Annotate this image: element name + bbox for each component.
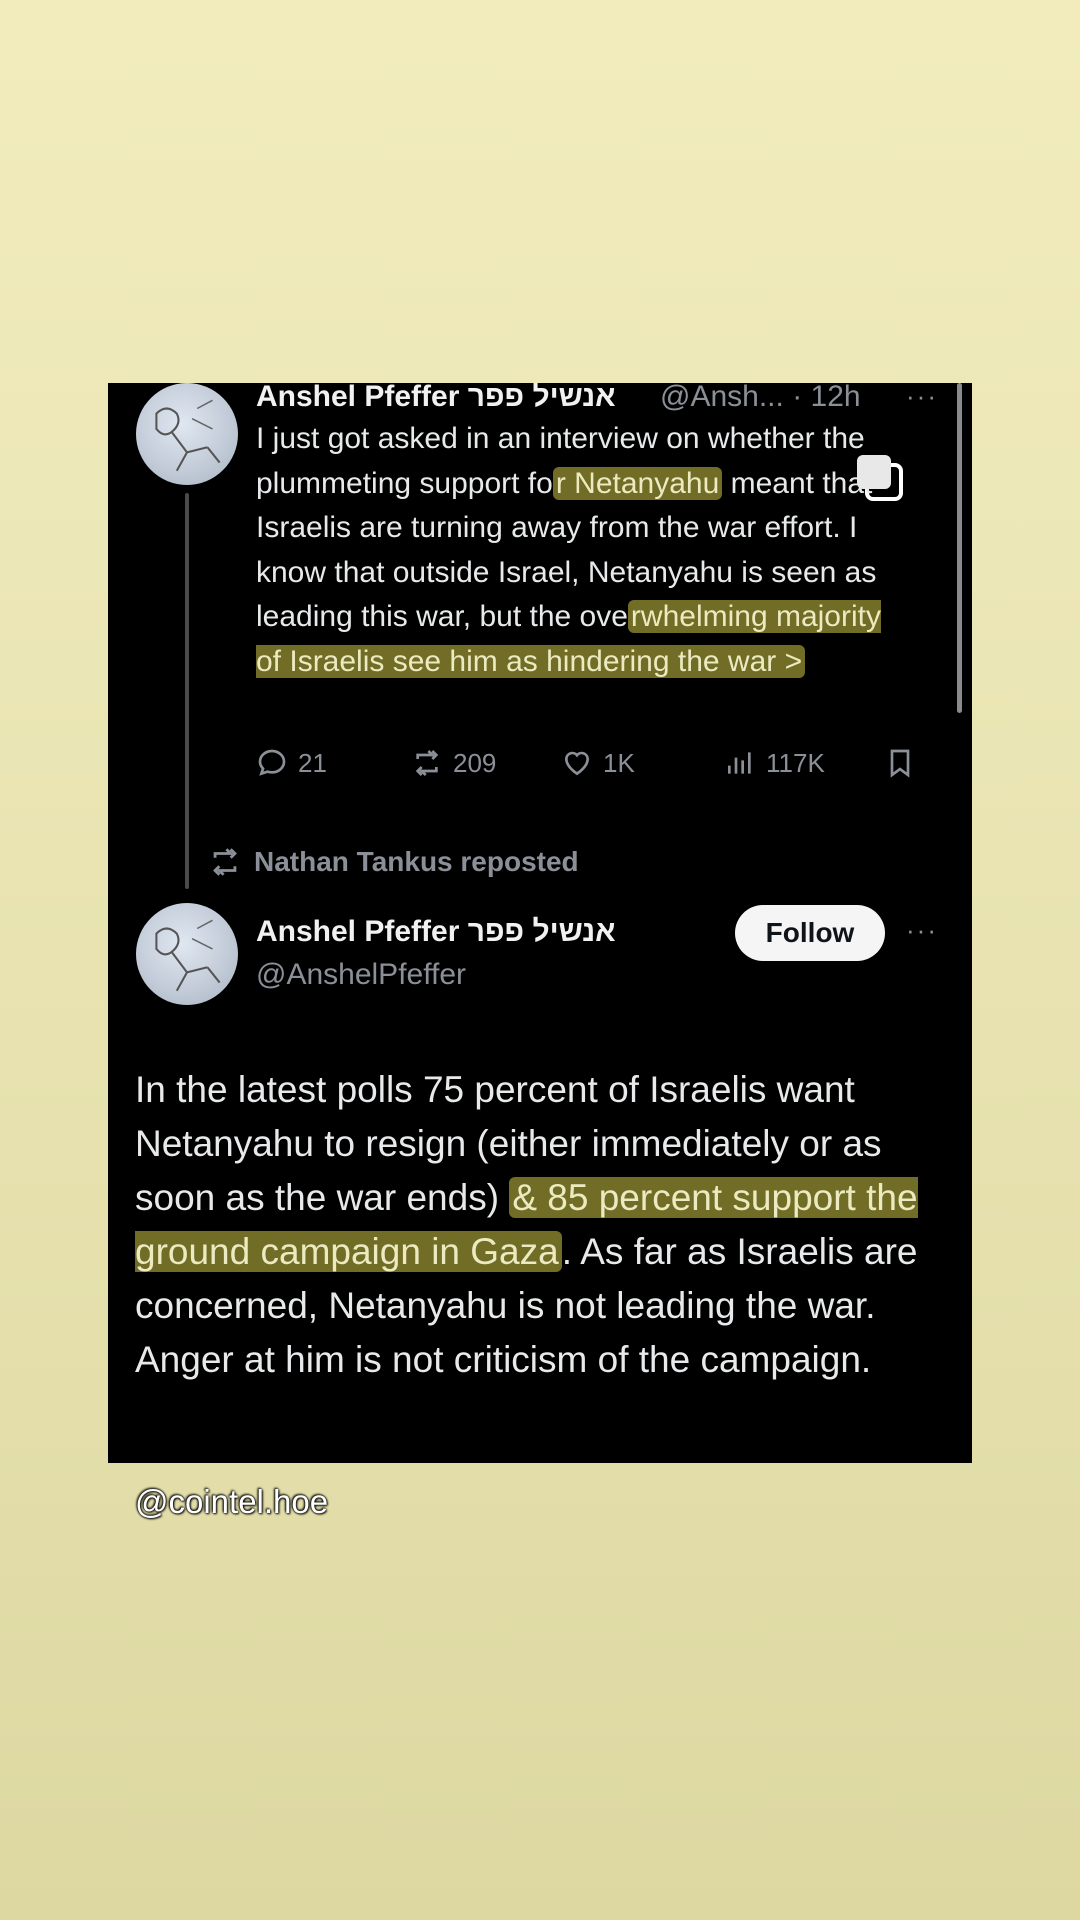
repost-indicator[interactable]: Nathan Tankus reposted xyxy=(208,845,579,879)
more-options-button[interactable]: ··· xyxy=(906,383,938,412)
avatar[interactable] xyxy=(136,903,238,1005)
avatar[interactable] xyxy=(136,383,238,485)
repost-count: 209 xyxy=(453,747,497,778)
bookmark-button[interactable] xyxy=(884,747,916,779)
follow-button[interactable]: Follow xyxy=(735,905,885,961)
repost-label: Nathan Tankus reposted xyxy=(254,846,579,877)
author-handle[interactable]: @Ansh... xyxy=(660,383,784,413)
tweet-meta: @Ansh... · 12h xyxy=(660,383,861,414)
author-name[interactable]: Anshel Pfeffer אנשיל פפר xyxy=(256,383,616,414)
reply-icon xyxy=(258,749,286,776)
like-icon xyxy=(564,751,590,776)
thread-line xyxy=(185,493,189,889)
watermark-handle[interactable]: @cointel.hoe xyxy=(135,1483,328,1521)
like-button[interactable]: 1K xyxy=(561,747,635,779)
like-count: 1K xyxy=(603,747,635,778)
tweet-time[interactable]: · 12h xyxy=(792,383,860,413)
bookmark-icon xyxy=(890,749,910,778)
repost-button[interactable]: 209 xyxy=(411,747,496,779)
author-name[interactable]: Anshel Pfeffer אנשיל פפר xyxy=(256,915,616,949)
views-icon xyxy=(728,752,751,774)
reply-button[interactable]: 21 xyxy=(256,747,327,779)
tweet-text: In the latest polls 75 percent of Israel… xyxy=(135,1069,918,1380)
views-count: 117K xyxy=(766,747,825,778)
repost-icon xyxy=(213,848,237,876)
avatar-sketch-icon xyxy=(155,399,221,472)
tweet-text: I just got asked in an interview on whet… xyxy=(256,422,881,678)
views-button[interactable]: 117K xyxy=(724,747,825,779)
reply-count: 21 xyxy=(298,747,327,778)
more-options-button[interactable]: ··· xyxy=(906,915,938,946)
screenshot-card: Anshel Pfeffer אנשיל פפר @Ansh... · 12h … xyxy=(108,383,972,1463)
repost-icon xyxy=(415,750,439,776)
scrollbar[interactable] xyxy=(957,383,962,713)
tweet-actions: 21 209 1K 117K xyxy=(256,747,936,791)
author-handle[interactable]: @AnshelPfeffer xyxy=(256,958,466,992)
avatar-sketch-icon xyxy=(155,919,221,992)
